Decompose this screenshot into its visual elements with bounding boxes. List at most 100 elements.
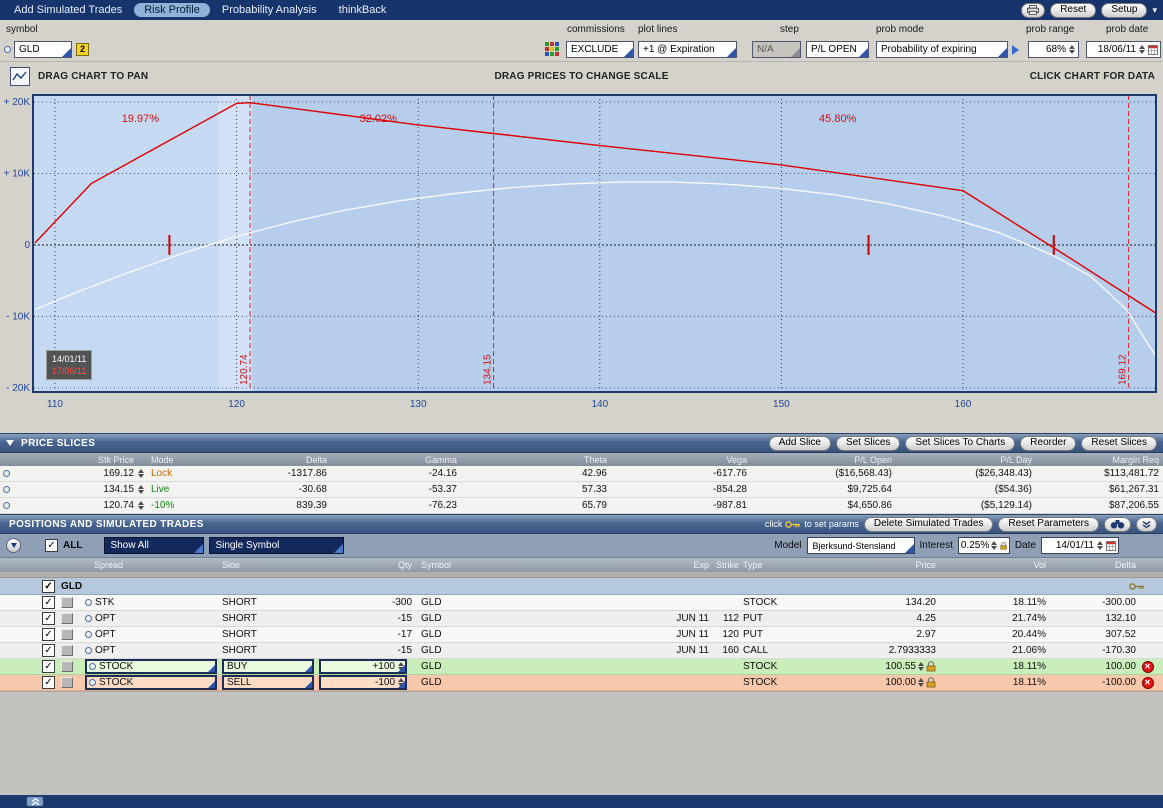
single-symbol-dropdown[interactable]: Single Symbol xyxy=(209,537,344,554)
slice-link-ring[interactable] xyxy=(3,470,10,477)
price-spinner[interactable] xyxy=(917,678,925,687)
slice-row[interactable]: 169.12 Lock-1317.86-24.1642.96-617.76($1… xyxy=(0,466,1163,482)
slice-mode[interactable]: Lock xyxy=(148,468,200,479)
position-row[interactable]: ✓ STOCKBUY+100 GLD STOCK 100.55 18.11% 1… xyxy=(0,659,1163,675)
lock-icon[interactable] xyxy=(926,677,936,688)
row-checkbox[interactable]: ✓ xyxy=(42,596,55,609)
tab-add-simulated-trades[interactable]: Add Simulated Trades xyxy=(4,2,132,18)
all-checkbox[interactable]: ✓ xyxy=(45,539,58,552)
tab-risk-profile[interactable]: Risk Profile xyxy=(134,3,210,17)
row-checkbox[interactable]: ✓ xyxy=(42,660,55,673)
set-slices-to-charts-button[interactable]: Set Slices To Charts xyxy=(905,436,1015,451)
tab-probability-analysis[interactable]: Probability Analysis xyxy=(212,2,327,18)
remove-trade-button[interactable]: ✕ xyxy=(1142,677,1154,689)
row-checkbox[interactable]: ✓ xyxy=(42,676,55,689)
calendar-icon[interactable] xyxy=(1106,540,1116,551)
slice-row[interactable]: 120.74 -10%839.39-76.2365.79-987.81$4,65… xyxy=(0,498,1163,514)
spread-dropdown[interactable]: STOCK xyxy=(85,675,217,690)
group-checkbox[interactable]: ✓ xyxy=(42,580,55,593)
remove-trade-button[interactable]: ✕ xyxy=(1142,661,1154,673)
spinner-arrows-icon[interactable] xyxy=(1068,45,1076,54)
slice-price[interactable]: 120.74 xyxy=(12,500,134,511)
reorder-button[interactable]: Reorder xyxy=(1020,436,1076,451)
symbol-dropdown[interactable]: GLD xyxy=(14,41,72,58)
commissions-dropdown[interactable]: EXCLUDE xyxy=(566,41,634,58)
row-options-button[interactable] xyxy=(61,629,73,640)
reset-slices-button[interactable]: Reset Slices xyxy=(1081,436,1157,451)
date-field[interactable]: 14/01/11 xyxy=(1041,537,1119,554)
slice-price-spinner[interactable] xyxy=(137,469,145,478)
lock-icon[interactable] xyxy=(926,661,936,672)
chart-icon[interactable] xyxy=(10,67,30,86)
slice-price[interactable]: 134.15 xyxy=(12,484,134,495)
tab-thinkback[interactable]: thinkBack xyxy=(329,2,397,18)
reset-parameters-button[interactable]: Reset Parameters xyxy=(998,517,1099,532)
collapse-all-button[interactable] xyxy=(1136,517,1157,532)
position-row[interactable]: ✓ OPTSHORT-15 GLD JUN 11 112 PUT 4.25 21… xyxy=(0,611,1163,627)
side-dropdown[interactable]: SELL xyxy=(222,675,314,690)
position-row[interactable]: ✓ OPTSHORT-17 GLD JUN 11 120 PUT 2.97 20… xyxy=(0,627,1163,643)
search-binoculars-button[interactable] xyxy=(1104,517,1131,532)
printer-button[interactable] xyxy=(1021,3,1045,18)
group-key-icon[interactable] xyxy=(1129,582,1145,591)
row-options-button[interactable] xyxy=(61,645,73,656)
add-slice-button[interactable]: Add Slice xyxy=(769,436,831,451)
interest-spinner[interactable]: 0.25% xyxy=(958,537,1010,554)
slice-price-spinner[interactable] xyxy=(137,501,145,510)
price-spinner[interactable] xyxy=(917,662,925,671)
slice-link-ring[interactable] xyxy=(3,502,10,509)
row-checkbox[interactable]: ✓ xyxy=(42,628,55,641)
commissions-grid-icon[interactable] xyxy=(545,42,560,57)
qty-stepper[interactable]: -100 xyxy=(319,675,407,690)
row-options-button[interactable] xyxy=(61,677,73,688)
slice-row[interactable]: 134.15 Live-30.68-53.3757.33-854.28$9,72… xyxy=(0,482,1163,498)
risk-profile-chart[interactable]: + 20K+ 10K0- 10K- 20K1101201301401501601… xyxy=(0,92,1163,433)
step-mode-dropdown[interactable]: P/L OPEN xyxy=(806,41,869,58)
row-options-button[interactable] xyxy=(61,597,73,608)
set-slices-button[interactable]: Set Slices xyxy=(836,436,900,451)
expand-arrow-icon[interactable] xyxy=(1012,45,1019,55)
row-checkbox[interactable]: ✓ xyxy=(42,612,55,625)
collapse-circle-button[interactable] xyxy=(6,538,21,553)
row-options-button[interactable] xyxy=(61,661,73,672)
step-dropdown[interactable]: N/A xyxy=(752,41,801,58)
slice-mode[interactable]: Live xyxy=(148,484,200,495)
collapse-triangle-icon[interactable] xyxy=(6,440,14,446)
show-all-dropdown[interactable]: Show All xyxy=(104,537,204,554)
row-checkbox[interactable]: ✓ xyxy=(42,644,55,657)
shared-grid-badge[interactable]: 2 xyxy=(76,43,89,56)
delete-simulated-trades-button[interactable]: Delete Simulated Trades xyxy=(864,517,994,532)
plot-lines-dropdown[interactable]: +1 @ Expiration xyxy=(638,41,737,58)
qty-stepper[interactable]: +100 xyxy=(319,659,407,674)
position-row[interactable]: ✓ OPTSHORT-15 GLD JUN 11 160 CALL 2.7933… xyxy=(0,643,1163,659)
nav-more-icon[interactable]: ▾ xyxy=(1152,5,1157,16)
calendar-icon[interactable] xyxy=(1148,44,1158,55)
spinner-arrows-icon[interactable] xyxy=(1096,541,1104,550)
expand-panel-button[interactable] xyxy=(26,796,44,807)
prob-range-spinner[interactable]: 68% xyxy=(1028,41,1079,58)
side-dropdown[interactable]: BUY xyxy=(222,659,314,674)
slice-link-ring[interactable] xyxy=(3,486,10,493)
symbol-link-ring[interactable] xyxy=(4,46,11,53)
setup-button[interactable]: Setup xyxy=(1101,3,1147,18)
slice-price-spinner[interactable] xyxy=(137,485,145,494)
prob-date-field[interactable]: 18/06/11 xyxy=(1086,41,1161,58)
side-value: SHORT xyxy=(222,629,319,640)
spread-dropdown[interactable]: STOCK xyxy=(85,659,217,674)
prob-mode-dropdown[interactable]: Probability of expiring xyxy=(876,41,1008,58)
slice-mode[interactable]: -10% xyxy=(148,500,200,511)
delta-value: -100.00 xyxy=(1046,677,1136,688)
qty-value: -300 xyxy=(319,597,412,608)
spinner-arrows-icon[interactable] xyxy=(1138,45,1146,54)
chevron-down-icon xyxy=(859,48,868,57)
position-row[interactable]: ✓ STOCKSELL-100 GLD STOCK 100.00 18.11% … xyxy=(0,675,1163,691)
model-dropdown[interactable]: Bjerksund-Stensland xyxy=(807,537,915,554)
spinner-arrows-icon[interactable] xyxy=(991,541,997,550)
position-row[interactable]: ✓ STKSHORT-300 GLD STOCK 134.20 18.11% -… xyxy=(0,595,1163,611)
col-stk-price: Stk Price xyxy=(12,455,134,465)
reset-button[interactable]: Reset xyxy=(1050,3,1096,18)
slice-price[interactable]: 169.12 xyxy=(12,468,134,479)
row-options-button[interactable] xyxy=(61,613,73,624)
positions-group-row[interactable]: ✓ GLD xyxy=(0,578,1163,595)
lock-icon[interactable] xyxy=(1000,541,1007,551)
